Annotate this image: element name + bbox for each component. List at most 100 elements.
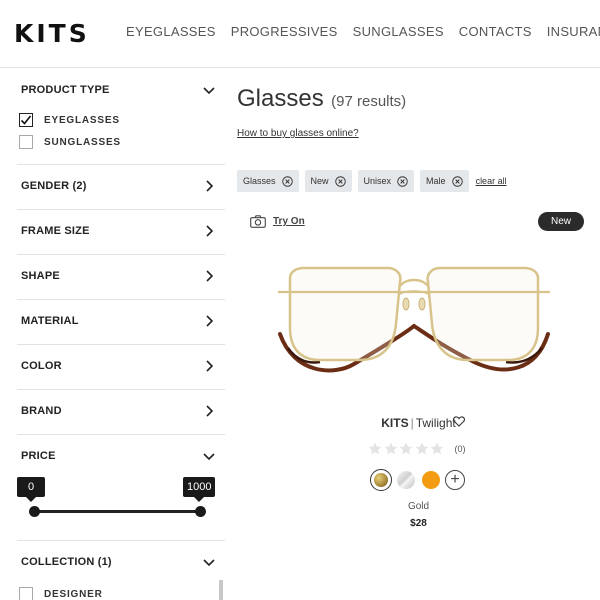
filter-brand[interactable]: BRAND — [17, 390, 225, 435]
filter-label: COLOR — [21, 360, 62, 372]
active-filters: Glasses New Unisex Male clear all — [237, 170, 507, 192]
close-circle-icon[interactable] — [334, 175, 346, 187]
chip-label: Male — [426, 176, 446, 186]
chevron-right-icon[interactable] — [202, 359, 216, 373]
star-icon — [384, 442, 398, 455]
nav-progressives[interactable]: PROGRESSIVES — [231, 24, 338, 39]
slider-handle-max[interactable] — [195, 506, 206, 517]
price-max-tag: 1000 — [183, 477, 216, 502]
filter-label: COLLECTION (1) — [21, 556, 112, 568]
color-swatches: + — [370, 469, 465, 491]
name-separator: | — [410, 416, 414, 430]
chevron-down-icon[interactable] — [202, 555, 216, 569]
filter-shape[interactable]: SHAPE — [17, 255, 225, 300]
checkbox-designer[interactable] — [19, 587, 33, 600]
product-image[interactable] — [274, 264, 554, 389]
filter-gender-header[interactable]: GENDER (2) — [17, 165, 225, 209]
option-eyeglasses[interactable]: EYEGLASSES — [17, 111, 225, 133]
filter-label: PRODUCT TYPE — [21, 84, 110, 96]
close-circle-icon[interactable] — [397, 175, 408, 187]
review-count[interactable]: (0) — [455, 444, 466, 454]
plus-icon[interactable]: + — [445, 470, 465, 490]
star-icon — [415, 442, 429, 455]
filter-label: GENDER (2) — [21, 180, 87, 192]
filter-price-header[interactable]: PRICE — [17, 435, 225, 479]
checkbox-eyeglasses[interactable] — [19, 113, 33, 127]
checkmark-icon — [20, 115, 32, 125]
kits-logo[interactable]: KITS — [14, 19, 90, 48]
filter-gender[interactable]: GENDER (2) — [17, 165, 225, 210]
option-sunglasses[interactable]: SUNGLASSES — [17, 133, 225, 155]
filter-color[interactable]: COLOR — [17, 345, 225, 390]
chip-label: Unisex — [363, 176, 392, 186]
filter-collection-header[interactable]: COLLECTION (1) — [17, 541, 225, 585]
try-on-button[interactable]: Try On — [250, 215, 305, 228]
checkbox-sunglasses[interactable] — [19, 135, 33, 149]
page-title: Glasses — [237, 85, 324, 112]
filter-chip-male[interactable]: Male — [420, 170, 469, 192]
filter-shape-header[interactable]: SHAPE — [17, 255, 225, 299]
chevron-right-icon[interactable] — [202, 269, 216, 283]
option-label: DESIGNER — [44, 589, 103, 600]
results-count: (97 results) — [331, 93, 407, 110]
filter-chip-new[interactable]: New — [304, 170, 352, 192]
close-circle-icon[interactable] — [451, 175, 463, 187]
swatch-gold[interactable] — [370, 469, 392, 491]
option-designer[interactable]: DESIGNER — [17, 585, 225, 600]
filter-material[interactable]: MATERIAL — [17, 300, 225, 345]
chevron-down-icon[interactable] — [202, 449, 216, 463]
filter-color-header[interactable]: COLOR — [17, 345, 225, 389]
filter-collection: COLLECTION (1) DESIGNER — [17, 541, 225, 600]
nav-contacts[interactable]: CONTACTS — [459, 24, 532, 39]
filter-sidebar: PRODUCT TYPE EYEGLASSES SUNGLASSES GENDE… — [17, 69, 225, 600]
product-price: $28 — [410, 518, 427, 529]
price-slider[interactable]: 0 1000 — [17, 477, 225, 541]
heart-icon[interactable] — [453, 416, 465, 427]
product-listing: Glasses (97 results) How to buy glasses … — [237, 69, 600, 600]
filter-chip-unisex[interactable]: Unisex — [357, 170, 415, 192]
filter-frame-size-header[interactable]: FRAME SIZE — [17, 210, 225, 254]
nav-sunglasses[interactable]: SUNGLASSES — [353, 24, 444, 39]
page-title-row: Glasses (97 results) — [237, 85, 406, 113]
filter-product-type: PRODUCT TYPE EYEGLASSES SUNGLASSES — [17, 69, 225, 165]
main-nav: EYEGLASSES PROGRESSIVES SUNGLASSES CONTA… — [126, 24, 600, 39]
chip-label: New — [310, 176, 329, 186]
nav-insurance[interactable]: INSURANCE — [547, 24, 600, 39]
swatch-orange[interactable] — [420, 469, 442, 491]
filter-brand-header[interactable]: BRAND — [17, 390, 225, 434]
slider-track[interactable] — [34, 510, 200, 513]
slider-handle-min[interactable] — [29, 506, 40, 517]
filter-material-header[interactable]: MATERIAL — [17, 300, 225, 344]
camera-icon — [250, 215, 266, 228]
filter-frame-size[interactable]: FRAME SIZE — [17, 210, 225, 255]
nav-eyeglasses[interactable]: EYEGLASSES — [126, 24, 216, 39]
chevron-right-icon[interactable] — [202, 179, 216, 193]
close-circle-icon[interactable] — [281, 175, 293, 187]
filter-label: SHAPE — [21, 270, 60, 282]
chip-label: Glasses — [243, 176, 276, 186]
chevron-down-icon[interactable] — [202, 83, 216, 97]
how-to-buy-link[interactable]: How to buy glasses online? — [237, 128, 359, 139]
swatch-fill — [374, 473, 388, 487]
star-icon — [368, 442, 382, 455]
star-icon — [430, 442, 444, 455]
star-rating: (0) — [368, 442, 466, 455]
chevron-right-icon[interactable] — [202, 224, 216, 238]
filter-label: BRAND — [21, 405, 62, 417]
swatch-clear[interactable] — [395, 469, 417, 491]
filter-label: MATERIAL — [21, 315, 79, 327]
filter-chip-glasses[interactable]: Glasses — [237, 170, 299, 192]
filter-label: PRICE — [21, 450, 56, 462]
price-min-tag: 0 — [17, 477, 45, 502]
try-on-label: Try On — [273, 216, 305, 227]
product-model: Twilight — [415, 416, 456, 430]
filter-product-type-header[interactable]: PRODUCT TYPE — [17, 69, 225, 111]
product-name[interactable]: KITS | Twilight — [237, 416, 600, 430]
sidebar-scrollbar[interactable] — [219, 580, 223, 600]
swatch-fill — [397, 471, 415, 489]
chevron-right-icon[interactable] — [202, 404, 216, 418]
clear-all-link[interactable]: clear all — [476, 176, 507, 186]
product-brand: KITS — [381, 416, 409, 430]
chevron-right-icon[interactable] — [202, 314, 216, 328]
filter-label: FRAME SIZE — [21, 225, 90, 237]
